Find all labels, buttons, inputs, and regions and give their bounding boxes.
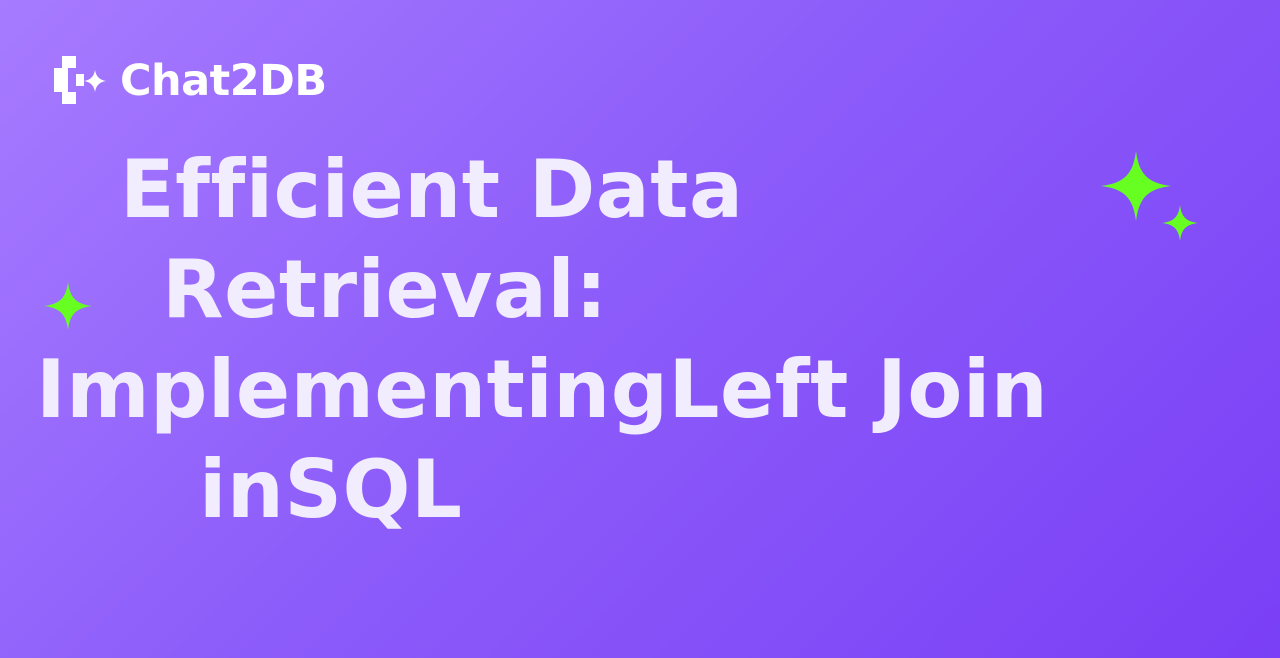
sparkle-icon [1101,151,1171,221]
sparkle-icon [1162,205,1198,241]
hero-banner: Chat2DB Efficient Data Retrieval: Implem… [0,0,1280,658]
brand-logo: Chat2DB [50,52,327,108]
title-line-1: Efficient Data [120,143,744,236]
sparkle-icon [44,282,92,330]
chat2db-logo-icon [54,56,106,104]
title-line-4: inSQL [199,443,463,536]
title-line-3: ImplementingLeft Join [36,343,1049,436]
title-line-2: Retrieval: [162,243,608,336]
brand-name: Chat2DB [120,55,327,106]
